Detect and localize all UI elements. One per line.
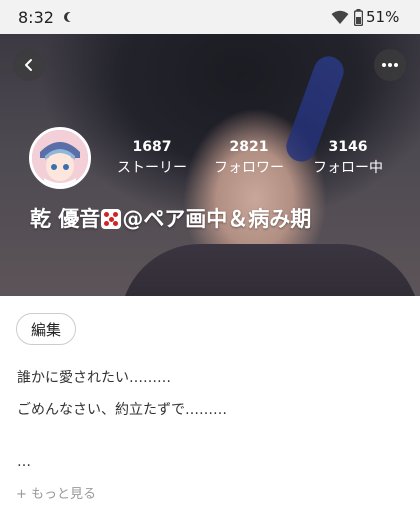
status-time: 8:32 (18, 8, 54, 27)
followers-count: 2821 (229, 139, 269, 155)
following-label: フォロー中 (313, 160, 383, 176)
anime-avatar-image (32, 130, 88, 186)
following-count-stat[interactable]: 3146 フォロー中 (304, 139, 392, 177)
more-horizontal-icon (382, 63, 398, 67)
battery-icon (354, 9, 363, 26)
wifi-icon (331, 10, 349, 24)
followers-label: フォロワー (214, 160, 284, 176)
more-options-button[interactable] (374, 49, 406, 81)
avatar[interactable] (29, 127, 91, 189)
bio-line: ごめんなさい、約立たずで……… (17, 402, 227, 418)
bio-line: … (17, 454, 31, 470)
following-count: 3146 (328, 139, 368, 155)
stories-label: ストーリー (117, 160, 187, 176)
profile-name: 乾 優音 @ペア画中＆病み期 (30, 203, 311, 233)
do-not-disturb-moon-icon (67, 12, 77, 22)
dice-icon (101, 209, 122, 229)
profile-cover-photo: 1687 ストーリー 2821 フォロワー 3146 フォロー中 乾 優音 @ペア… (0, 34, 420, 296)
stories-count: 1687 (132, 139, 172, 155)
cover-photo-detail (120, 244, 420, 296)
profile-name-part2: @ペア画中＆病み期 (122, 207, 312, 231)
stories-count-stat[interactable]: 1687 ストーリー (108, 139, 196, 177)
edit-profile-button[interactable]: 編集 (16, 313, 77, 345)
followers-count-stat[interactable]: 2821 フォロワー (205, 139, 293, 177)
battery-percentage: 51% (366, 8, 400, 26)
show-more-link[interactable]: + もっと見る (16, 483, 96, 502)
back-button[interactable] (13, 49, 45, 81)
status-bar: 8:32 51% (0, 0, 420, 34)
profile-name-part1: 乾 優音 (30, 207, 101, 231)
chevron-left-icon (25, 59, 32, 71)
bio-line: 誰かに愛されたい……… (17, 370, 171, 386)
